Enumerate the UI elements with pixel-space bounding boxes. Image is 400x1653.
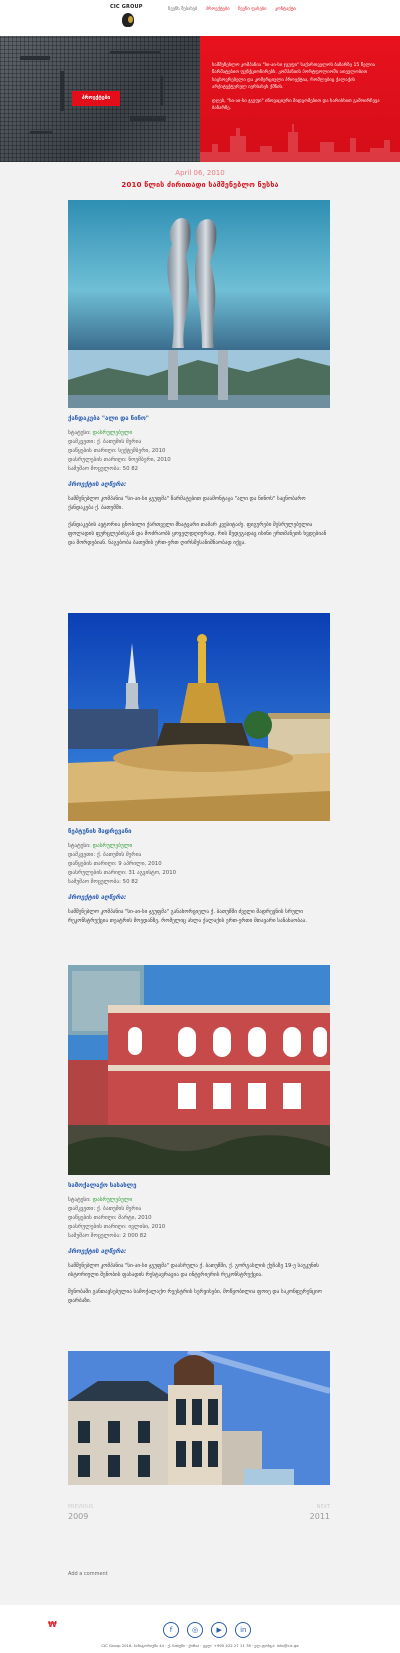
description-paragraph: სამშენებლო კომპანია "სი-აი-სი ჯგუფმა" და… <box>68 1263 320 1278</box>
nav-item-contact[interactable]: კონტაქტი <box>275 7 296 12</box>
next-year: 2011 <box>309 1512 330 1521</box>
project-title[interactable]: ქანდაკება "ალი და ნინო" <box>68 414 330 423</box>
statue-photo <box>68 200 330 408</box>
brand-mark-icon: ₩ <box>48 1620 57 1629</box>
info-row-end: დასრულების თარიღი: 31 აგვისტო, 2010 <box>68 870 177 876</box>
hero-text-panel: სამშენებლო კომპანია "სი-აი-სი ჯგუფი" საქ… <box>200 36 400 162</box>
description-paragraph: ქანდაკების ავტორია ცნობილი ქართველი მხატ… <box>68 522 327 546</box>
project-info: სტატუსი: დასრულებული დამკვეთი: ქ. ბათუმი… <box>68 429 330 474</box>
previous-label: PREVIOUS <box>68 1504 94 1510</box>
city-skyline-icon <box>200 124 400 162</box>
article-title: 2010 წლის ძირითადი სამშენებლო ნუსხა <box>121 181 279 189</box>
fountain-photo <box>68 613 330 821</box>
info-row-status: სტატუსი: დასრულებული <box>68 430 133 436</box>
project-info: სტატუსი: დასრულებული დამკვეთი: ქ. ბათუმი… <box>68 842 330 887</box>
project-title[interactable]: ნეპტუნის შადრევანი <box>68 827 330 836</box>
project-title[interactable]: სამოქალაქო სასახლე <box>68 1181 330 1190</box>
info-row-volume: სამუშაო მოცულობა: 50 82 <box>68 879 139 885</box>
hero-image: პროექტები <box>0 36 200 162</box>
facebook-icon[interactable]: f <box>163 1622 179 1638</box>
info-row-end: დასრულების თარიღი: ივლისი, 2010 <box>68 1224 166 1230</box>
description-heading: პროექტის აღწერა: <box>68 1248 127 1255</box>
tower-photo <box>68 1351 330 1485</box>
hero-paragraph-2: დღეს, "სი-აი-სი ჯგუფი" ინოვაციური მიდგომ… <box>212 98 380 112</box>
previous-year-link[interactable]: PREVIOUS 2009 <box>68 1504 93 1521</box>
next-label: NEXT <box>316 1504 330 1510</box>
hero-projects-button[interactable]: პროექტები <box>72 91 120 106</box>
main-nav: ჩვენს შესახებ პროექტები ჩვენი ფასები კონ… <box>168 7 303 12</box>
logo-text: CIC GROUP <box>110 4 143 10</box>
info-row-status: სტატუსი: დასრულებული <box>68 1197 133 1203</box>
youtube-icon[interactable]: ▶ <box>211 1622 228 1638</box>
project-section-2: ნეპტუნის შადრევანი სტატუსი: დასრულებული … <box>68 827 330 934</box>
instagram-icon[interactable]: ◎ <box>187 1622 204 1638</box>
top-header: CIC GROUP ჩვენს შესახებ პროექტები ჩვენი … <box>0 0 400 36</box>
logo-emblem-icon <box>122 13 134 27</box>
previous-year: 2009 <box>68 1512 89 1521</box>
nav-item-projects[interactable]: პროექტები <box>206 7 230 12</box>
company-logo[interactable]: CIC GROUP <box>110 4 142 27</box>
description-heading: პროექტის აღწერა: <box>68 481 127 488</box>
info-row-client: დამკვეთი: ქ. ბათუმის მერია <box>68 1206 142 1212</box>
article-date: April 06, 2010 <box>175 169 225 177</box>
social-links: f ◎ ▶ in <box>163 1617 254 1638</box>
hero-paragraph-1: სამშენებლო კომპანია "სი-აი-სი ჯგუფი" საქ… <box>212 63 376 91</box>
hero-banner: პროექტები სამშენებლო კომპანია "სი-აი-სი … <box>0 36 400 162</box>
nav-item-about[interactable]: ჩვენს შესახებ <box>168 7 197 12</box>
description-paragraph: სამშენებლო კომპანია "სი-აი-სი ჯგუფმა" გა… <box>68 909 307 924</box>
palace-photo <box>68 965 330 1175</box>
info-row-status: სტატუსი: დასრულებული <box>68 843 133 849</box>
info-row-volume: სამუშაო მოცულობა: 50 82 <box>68 466 139 472</box>
description-paragraph: სამშენებლო კომპანია "სი-აი-სი ჯგუფმა" წა… <box>68 496 306 511</box>
copyright-text: CIC Group 2016. სანატორიუმი 44 · ქ. ბათუ… <box>101 1643 299 1648</box>
linkedin-icon[interactable]: in <box>235 1622 252 1638</box>
info-row-start: დაწყების თარიღი: 9 აპრილი, 2010 <box>68 861 162 867</box>
info-row-client: დამკვეთი: ქ. ბათუმის მერია <box>68 852 142 858</box>
info-row-start: დაწყების თარიღი: სექტემბერი, 2010 <box>68 448 166 454</box>
page-footer: ₩ f ◎ ▶ in CIC Group 2016. სანატორიუმი 4… <box>0 1605 400 1653</box>
project-section-1: ქანდაკება "ალი და ნინო" სტატუსი: დასრულე… <box>68 414 330 556</box>
description-heading: პროექტის აღწერა: <box>68 894 127 901</box>
info-row-end: დასრულების თარიღი: ნოემბერი, 2010 <box>68 457 171 463</box>
info-row-volume: სამუშაო მოცულობა: 2 000 82 <box>68 1233 147 1239</box>
description-paragraph: შენობაში განთავსებულია სამოქალაქო რეესტრ… <box>68 1289 322 1304</box>
info-row-client: დამკვეთი: ქ. ბათუმის მერია <box>68 439 142 445</box>
info-row-start: დაწყების თარიღი: მარტი, 2010 <box>68 1215 152 1221</box>
add-comment-link[interactable]: Add a comment <box>68 1571 108 1577</box>
next-year-link[interactable]: NEXT 2011 <box>310 1504 330 1521</box>
nav-item-prices[interactable]: ჩვენი ფასები <box>238 7 266 12</box>
project-section-3: სამოქალაქო სასახლე სტატუსი: დასრულებული … <box>68 1181 330 1314</box>
project-info: სტატუსი: დასრულებული დამკვეთი: ქ. ბათუმი… <box>68 1196 330 1241</box>
